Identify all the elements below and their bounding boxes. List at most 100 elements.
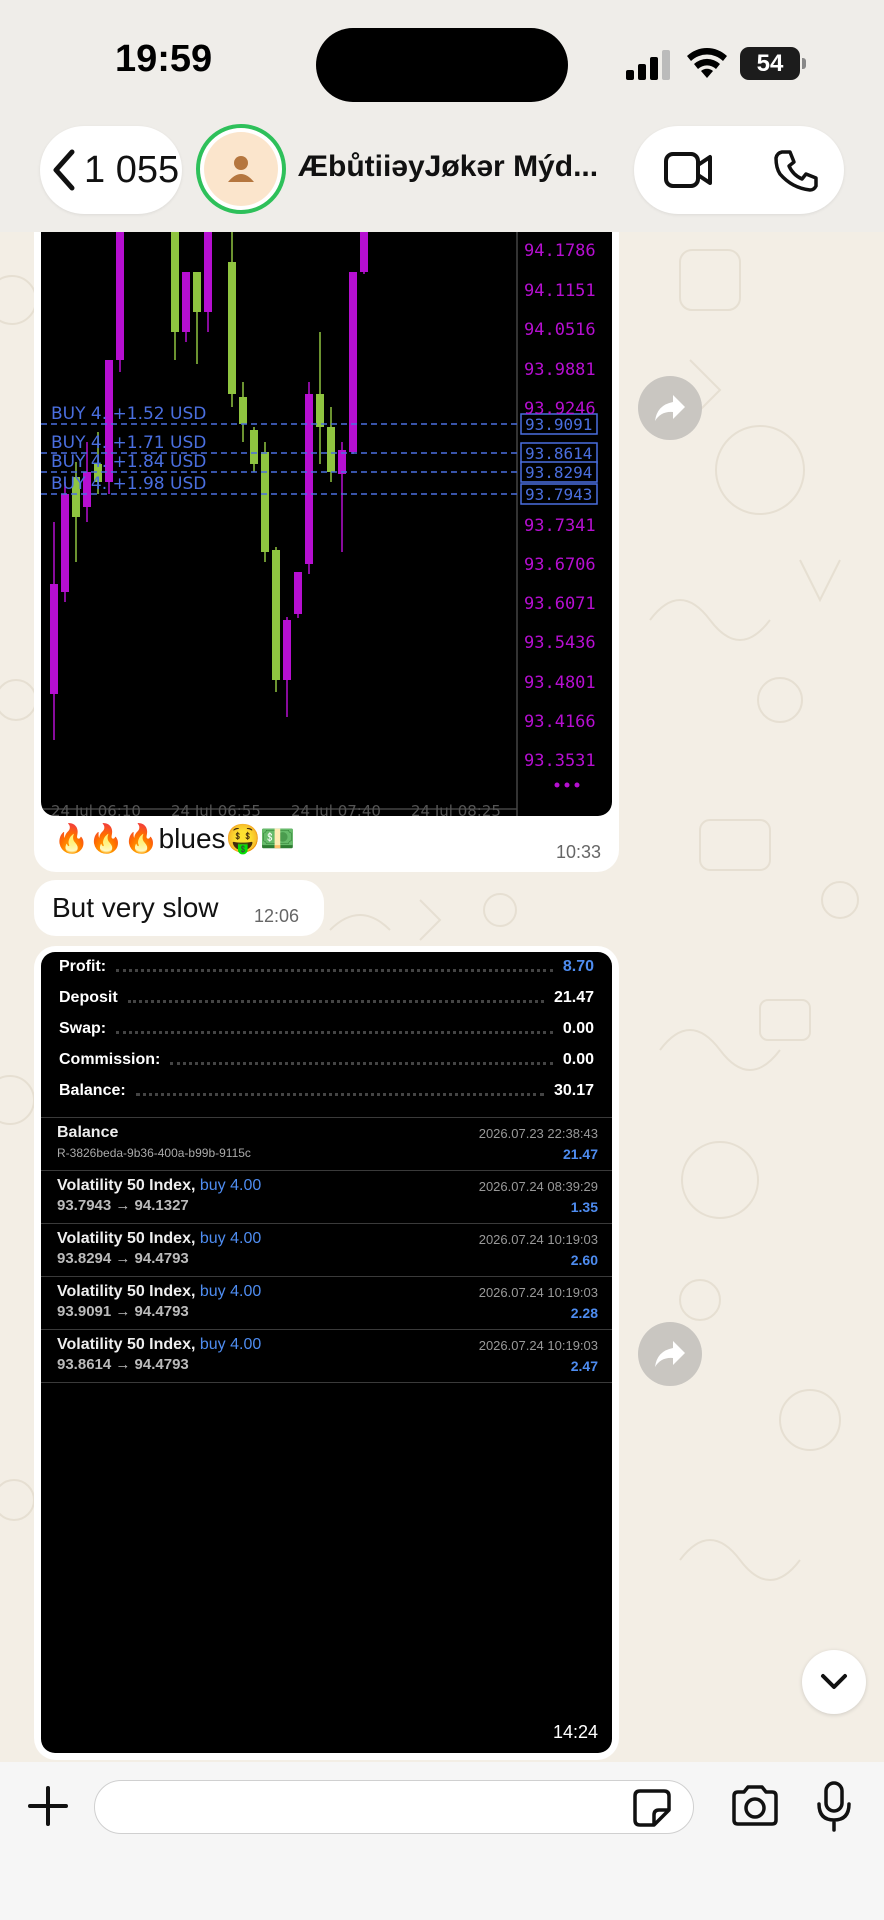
deal-row: Balance R-3826beda-9b36-400a-b99b-9115c 20… (41, 1118, 612, 1171)
candle-body (204, 232, 212, 312)
summary-label: Deposit (59, 989, 118, 1006)
forward-icon (655, 395, 685, 421)
avatar (204, 132, 278, 206)
summary-label: Swap: (59, 1020, 107, 1037)
candle-body (239, 397, 247, 424)
candle-body (360, 232, 368, 272)
signal-icon (626, 50, 670, 80)
candle-body (349, 272, 357, 452)
candle-body (272, 550, 280, 680)
time-axis-label: 24 Jul 06:10 (51, 802, 141, 816)
status-bar: 19:59 54 (0, 0, 884, 120)
time-axis-label: 24 Jul 07:40 (291, 802, 381, 816)
order-label: BUY 4. +1.71 USD (51, 433, 206, 453)
message-input[interactable] (94, 1780, 694, 1834)
deal-amount: 2.47 (570, 1358, 598, 1374)
order-label: BUY 4. +1.52 USD (51, 404, 206, 424)
price-label: 93.6071 (524, 594, 596, 614)
chart-image-message[interactable]: BUY 4. +1.52 USD 93.9091 BUY 4. +1.71 USD 9… (34, 232, 619, 872)
forward-button[interactable] (638, 376, 702, 440)
trade-history: Profit: 8.70 Deposit 21.47 Swap: 0.00 Commissi… (41, 952, 612, 1753)
deal-date: 2026.07.23 22:38:43 (478, 1126, 598, 1141)
message-composer (0, 1762, 884, 1920)
scroll-down-button[interactable] (802, 1650, 866, 1714)
price-label: 93.3531 (524, 751, 596, 771)
price-label: 93.5436 (524, 633, 596, 653)
summary-value: 0.00 (562, 1020, 594, 1037)
summary-value: 21.47 (553, 989, 594, 1006)
deal-prices: 93.8614 → 94.4793 (57, 1356, 189, 1373)
unread-count: 1 055 (84, 148, 180, 191)
wifi-icon (687, 48, 727, 78)
text-message[interactable]: But very slow 12:06 (34, 880, 324, 936)
deal-title: Volatility 50 Index, buy 4.00 (57, 1230, 262, 1247)
dotted-leader (170, 1061, 553, 1065)
sticker-icon[interactable] (632, 1788, 672, 1828)
candle-body (193, 272, 201, 312)
status-time: 19:59 (115, 38, 213, 80)
deal-title: Volatility 50 Index, buy 4.00 (57, 1283, 262, 1300)
deal-amount: 2.60 (570, 1252, 598, 1268)
candle-body (316, 394, 324, 427)
candle-body (171, 232, 179, 332)
contact-name[interactable]: ÆbůtiiəyJøkər Mýd... (298, 150, 618, 184)
summary-row: Commission: 0.00 (59, 1045, 594, 1075)
deal-row: Volatility 50 Index, buy 4.00 93.7943 → 9… (41, 1171, 612, 1224)
candle-body (116, 232, 124, 360)
price-label: 93.7341 (524, 516, 596, 536)
deal-row: Volatility 50 Index, buy 4.00 93.8294 → 9… (41, 1224, 612, 1277)
forward-icon (655, 1341, 685, 1367)
deal-comment: R-3826beda-9b36-400a-b99b-9115c (57, 1146, 251, 1160)
price-label: 94.1151 (524, 281, 596, 301)
deal-title: Volatility 50 Index, buy 4.00 (57, 1336, 262, 1353)
time-axis-label: 24 Jul 06:55 (171, 802, 261, 816)
microphone-icon[interactable] (814, 1780, 854, 1832)
row-divider (41, 1382, 612, 1383)
message-time: 14:24 (552, 1722, 598, 1742)
order-price: 93.7943 (525, 485, 592, 504)
deal-row: Volatility 50 Index, buy 4.00 93.8614 → 9… (41, 1330, 612, 1383)
summary-row: Swap: 0.00 (59, 1014, 594, 1044)
candle-body (228, 262, 236, 394)
deal-date: 2026.07.24 10:19:03 (478, 1338, 598, 1353)
candle-body (61, 494, 69, 592)
summary-label: Profit: (59, 958, 107, 975)
deal-date: 2026.07.24 10:19:03 (478, 1285, 598, 1300)
back-button[interactable]: 1 055 (40, 126, 182, 214)
deal-amount: 21.47 (562, 1146, 598, 1162)
dotted-leader (135, 1092, 544, 1096)
message-time: 10:33 (555, 842, 601, 862)
camera-icon[interactable] (730, 1784, 780, 1828)
dotted-leader (127, 999, 544, 1003)
history-image-message[interactable]: Profit: 8.70 Deposit 21.47 Swap: 0.00 Commissi… (34, 946, 619, 1760)
summary-value: 0.00 (562, 1051, 594, 1068)
deal-title: Balance (57, 1124, 119, 1141)
deal-row: Volatility 50 Index, buy 4.00 93.9091 → 9… (41, 1277, 612, 1330)
person-icon (228, 156, 254, 182)
deal-date: 2026.07.24 08:39:29 (478, 1179, 598, 1194)
video-call-icon[interactable] (664, 150, 714, 190)
candle-body (250, 430, 258, 464)
deal-prices: 93.8294 → 94.4793 (57, 1250, 189, 1267)
order-price: 93.8294 (525, 463, 592, 482)
summary-value: 8.70 (562, 958, 594, 975)
candle-body (283, 620, 291, 680)
contact-avatar[interactable] (196, 124, 286, 214)
chevron-down-icon (821, 1674, 847, 1689)
forward-button[interactable] (638, 1322, 702, 1386)
plus-icon[interactable] (26, 1784, 70, 1828)
order-price: 93.8614 (525, 444, 592, 463)
battery-icon: 54 (740, 47, 806, 80)
message-time: 12:06 (254, 906, 300, 926)
order-label: BUY 4. +1.98 USD (51, 474, 206, 494)
deal-prices: 93.7943 → 94.1327 (57, 1197, 189, 1214)
summary-row: Deposit 21.47 (59, 983, 594, 1013)
price-chart[interactable]: BUY 4. +1.52 USD 93.9091 BUY 4. +1.71 USD 9… (41, 232, 612, 816)
dotted-leader (116, 968, 553, 972)
candle-body (305, 394, 313, 564)
candle-body (327, 427, 335, 472)
summary-label: Balance: (59, 1082, 126, 1099)
phone-call-icon[interactable] (774, 148, 818, 192)
candle-body (294, 572, 302, 614)
chevron-left-icon (53, 149, 75, 191)
